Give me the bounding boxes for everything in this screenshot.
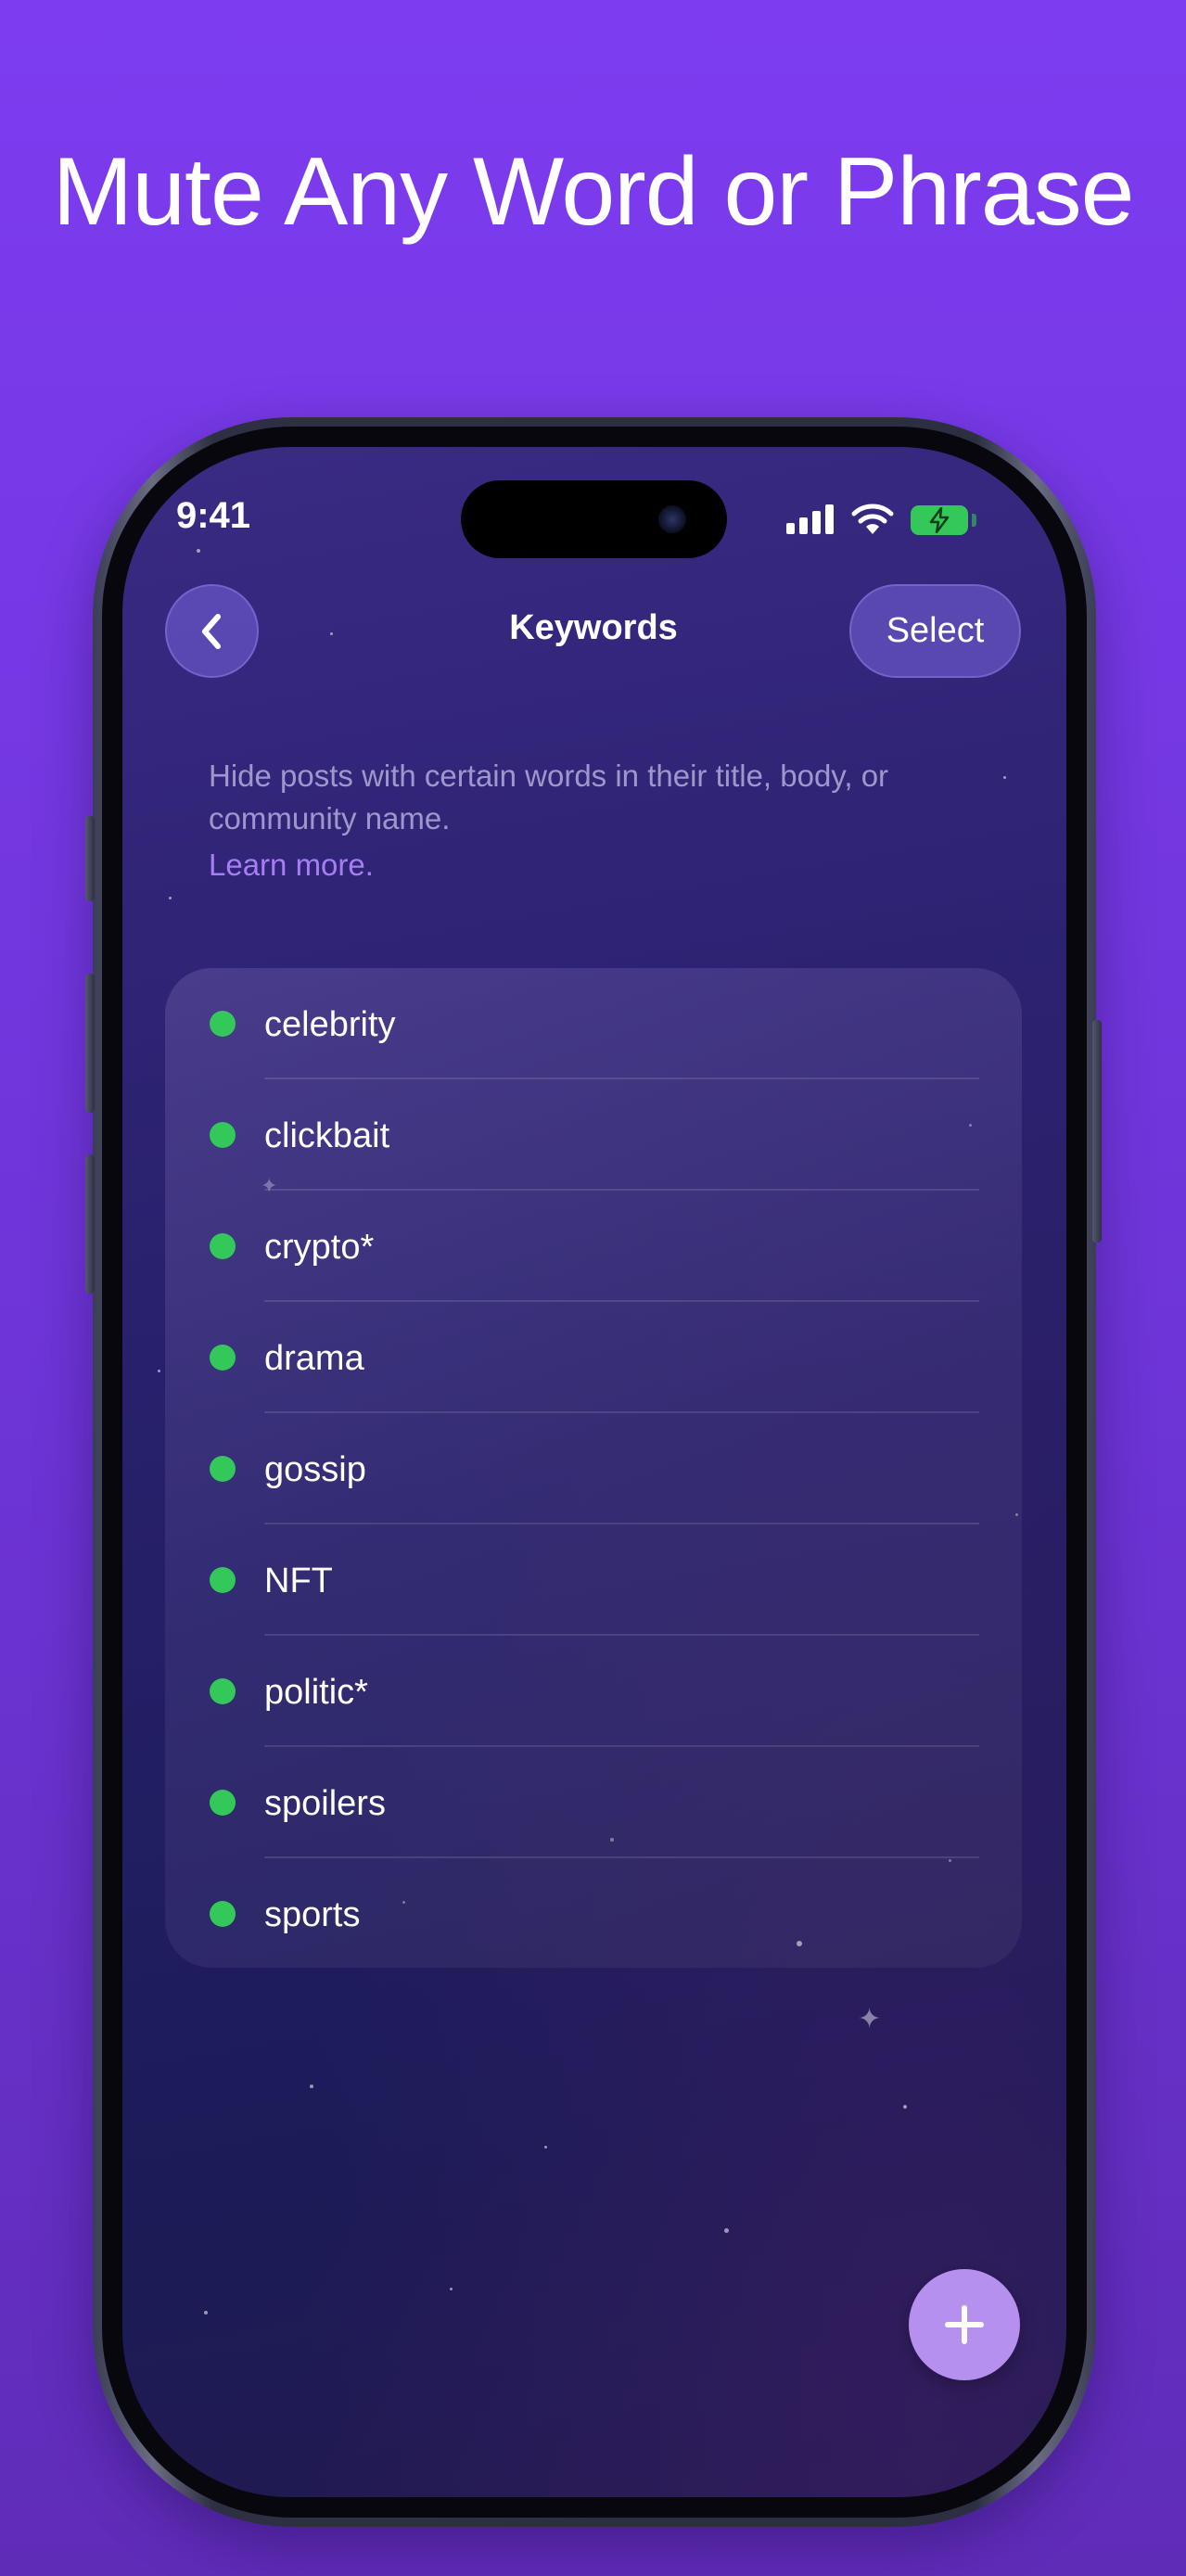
keyword-list: celebrity clickbait crypto* drama gossip… <box>165 968 1022 1968</box>
active-dot <box>210 1901 236 1927</box>
action-button <box>85 816 95 901</box>
keyword-label: spoilers <box>264 1784 386 1823</box>
description-text: Hide posts with certain words in their t… <box>209 759 889 835</box>
wifi-icon <box>851 504 894 534</box>
select-button[interactable]: Select <box>849 584 1021 678</box>
star <box>450 2288 453 2290</box>
battery-tip <box>972 514 976 527</box>
keyword-label: celebrity <box>264 1005 396 1044</box>
active-dot <box>210 1122 236 1148</box>
power-button <box>1092 1020 1102 1243</box>
keyword-label: sports <box>264 1895 361 1934</box>
volume-down-button <box>85 1154 95 1294</box>
active-dot <box>210 1345 236 1371</box>
keyword-row[interactable]: sports <box>165 1858 1022 1970</box>
keyword-row[interactable]: celebrity <box>165 968 1022 1079</box>
status-time: 9:41 <box>175 495 251 536</box>
headline: Mute Any Word or Phrase <box>52 138 1135 246</box>
keyword-label: crypto* <box>264 1228 375 1267</box>
chevron-left-icon <box>201 613 221 649</box>
active-dot <box>210 1011 236 1037</box>
star <box>724 2228 729 2233</box>
star <box>204 2311 208 2315</box>
keyword-row[interactable]: gossip <box>165 1413 1022 1524</box>
star <box>169 897 172 899</box>
active-dot <box>210 1233 236 1259</box>
plus-icon <box>945 2305 984 2344</box>
keyword-label: gossip <box>264 1450 366 1489</box>
keyword-row[interactable]: drama <box>165 1302 1022 1413</box>
active-dot <box>210 1790 236 1816</box>
star <box>197 549 200 553</box>
page-title: Keywords <box>509 608 678 647</box>
battery-charging-icon <box>911 505 968 535</box>
keyword-label: drama <box>264 1339 364 1378</box>
back-button[interactable] <box>165 584 259 678</box>
keyword-row[interactable]: clickbait <box>165 1079 1022 1191</box>
star <box>158 1370 160 1372</box>
sparkle-icon: ✦ <box>858 2004 882 2034</box>
star <box>544 2146 547 2149</box>
keyword-label: clickbait <box>264 1116 390 1155</box>
star <box>330 632 333 635</box>
learn-more-link[interactable]: Learn more. <box>209 844 374 886</box>
dynamic-island <box>461 480 727 558</box>
keyword-row[interactable]: politic* <box>165 1636 1022 1747</box>
bolt-icon <box>929 507 950 533</box>
keyword-label: politic* <box>264 1673 368 1712</box>
active-dot <box>210 1456 236 1482</box>
volume-up-button <box>85 974 95 1113</box>
star <box>310 2085 313 2088</box>
front-camera <box>658 505 686 533</box>
active-dot <box>210 1567 236 1593</box>
active-dot <box>210 1678 236 1704</box>
keyword-row[interactable]: crypto* <box>165 1191 1022 1302</box>
add-keyword-button[interactable] <box>909 2269 1020 2380</box>
keyword-row[interactable]: NFT <box>165 1524 1022 1636</box>
star <box>1003 776 1006 779</box>
cellular-signal-icon <box>786 504 835 534</box>
star <box>903 2105 907 2109</box>
keyword-label: NFT <box>264 1562 333 1600</box>
keyword-row[interactable]: spoilers <box>165 1747 1022 1858</box>
